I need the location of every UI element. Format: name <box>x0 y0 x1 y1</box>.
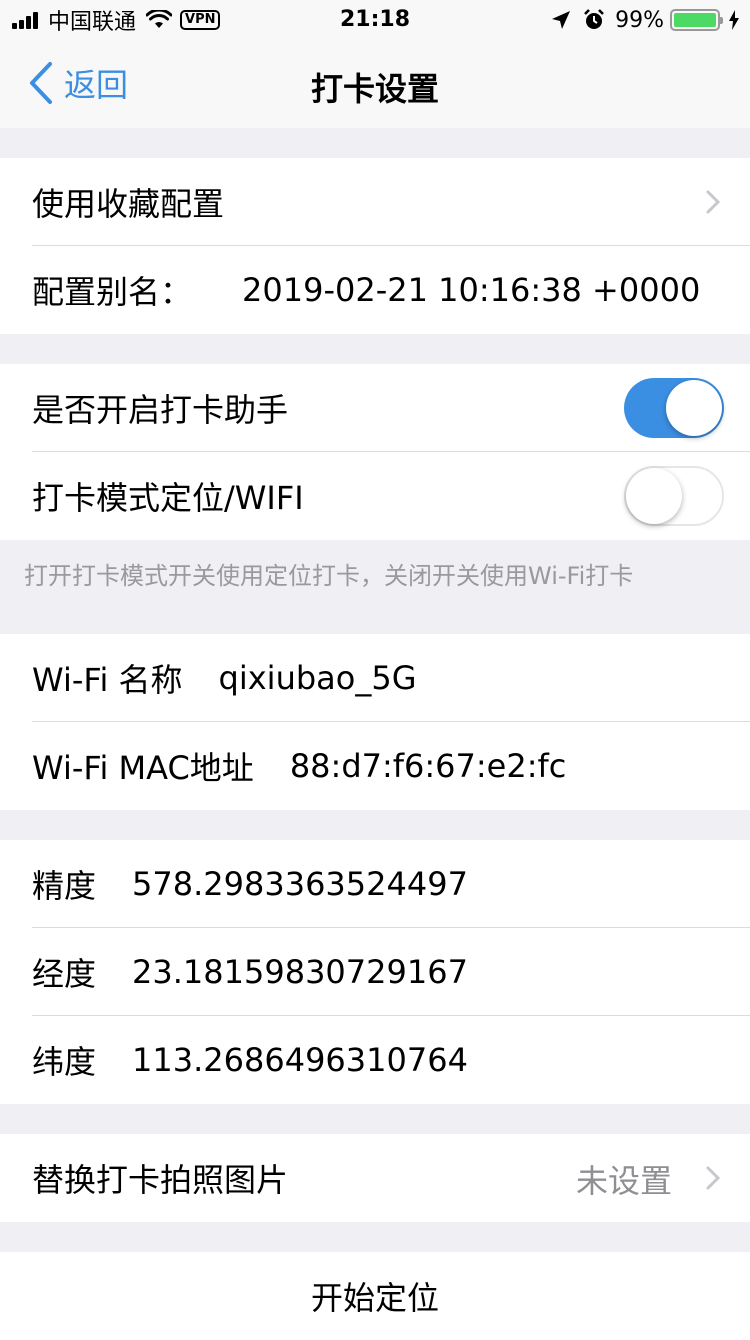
battery-icon <box>670 9 723 31</box>
mode-footnote: 打开打卡模式开关使用定位打卡，关闭开关使用Wi-Fi打卡 <box>24 562 634 590</box>
wifi-name-row: Wi-Fi 名称 qixiubao_5G <box>0 634 750 722</box>
use-favorite-config-row[interactable]: 使用收藏配置 <box>0 158 750 246</box>
toggle-group: 是否开启打卡助手 打卡模式定位/WIFI <box>0 364 750 540</box>
latitude-value: 113.2686496310764 <box>132 1041 468 1079</box>
latitude-label: 纬度 <box>32 1043 97 1081</box>
start-location-label: 开始定位 <box>310 1279 439 1317</box>
chevron-right-icon <box>706 190 720 214</box>
switch-knob <box>666 380 722 436</box>
latitude-row: 纬度 113.2686496310764 <box>0 1016 750 1104</box>
wifi-mac-row: Wi-Fi MAC地址 88:d7:f6:67:e2:fc <box>0 722 750 810</box>
battery-percent: 99% <box>615 7 664 33</box>
use-favorite-label: 使用收藏配置 <box>32 185 225 223</box>
replace-photo-row[interactable]: 替换打卡拍照图片 未设置 <box>0 1134 750 1222</box>
charging-icon <box>729 10 739 30</box>
nav-bar: 返回 打卡设置 <box>0 40 750 128</box>
accuracy-row: 精度 578.2983363524497 <box>0 840 750 928</box>
location-arrow-icon <box>552 11 571 29</box>
wifi-name-value: qixiubao_5G <box>218 659 417 697</box>
config-alias-label: 配置别名： <box>32 273 193 311</box>
config-alias-value: 2019-02-21 10:16:38 +0000 <box>242 271 701 309</box>
page-title: 打卡设置 <box>310 70 439 108</box>
location-group: 精度 578.2983363524497 经度 23.1815983072916… <box>0 840 750 1104</box>
photo-group: 替换打卡拍照图片 未设置 <box>0 1134 750 1222</box>
assistant-toggle-row: 是否开启打卡助手 <box>0 364 750 452</box>
start-location-button[interactable]: 开始定位 <box>0 1252 750 1340</box>
chevron-right-icon <box>706 1166 720 1190</box>
status-right: 99% <box>551 6 740 34</box>
battery-fill <box>674 13 716 27</box>
accuracy-value: 578.2983363524497 <box>132 865 468 903</box>
longitude-value: 23.18159830729167 <box>132 953 468 991</box>
status-bar: 中国联通 VPN 21:18 99% <box>0 0 750 40</box>
replace-photo-label: 替换打卡拍照图片 <box>32 1161 289 1199</box>
wifi-mac-label: Wi-Fi MAC地址 <box>32 749 254 787</box>
mode-toggle-label: 打卡模式定位/WIFI <box>32 479 304 517</box>
action-group: 开始定位 <box>0 1252 750 1340</box>
accuracy-label: 精度 <box>32 867 97 905</box>
switch-knob <box>626 468 682 524</box>
wifi-group: Wi-Fi 名称 qixiubao_5G Wi-Fi MAC地址 88:d7:f… <box>0 634 750 810</box>
config-group: 使用收藏配置 配置别名： 2019-02-21 10:16:38 +0000 <box>0 158 750 334</box>
wifi-name-label: Wi-Fi 名称 <box>32 661 183 699</box>
wifi-mac-value: 88:d7:f6:67:e2:fc <box>289 747 567 785</box>
config-alias-row: 配置别名： 2019-02-21 10:16:38 +0000 <box>0 246 750 334</box>
mode-toggle-row: 打卡模式定位/WIFI <box>0 452 750 540</box>
mode-switch[interactable] <box>624 466 724 526</box>
longitude-row: 经度 23.18159830729167 <box>0 928 750 1016</box>
assistant-switch[interactable] <box>624 378 724 438</box>
longitude-label: 经度 <box>32 955 97 993</box>
assistant-toggle-label: 是否开启打卡助手 <box>32 391 289 429</box>
photo-status: 未设置 <box>575 1162 672 1200</box>
alarm-icon <box>584 9 604 29</box>
